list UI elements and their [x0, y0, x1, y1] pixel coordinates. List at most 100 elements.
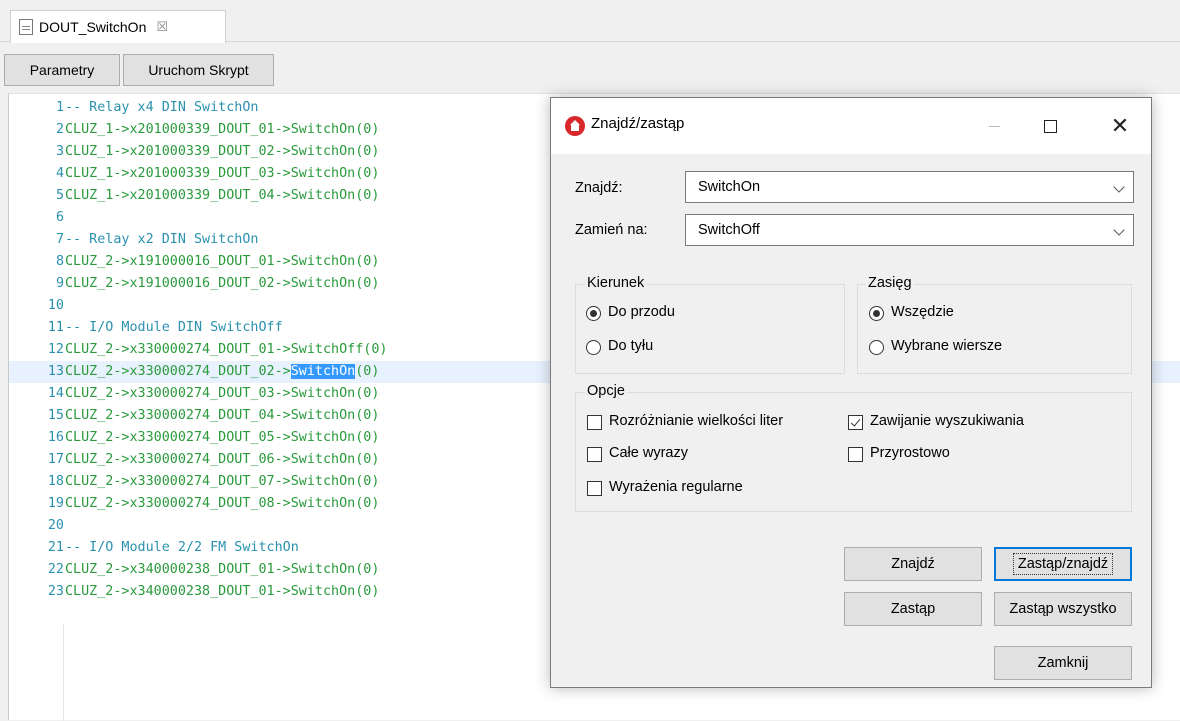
replace-label: Zamień na: — [575, 222, 648, 238]
code-line[interactable]: 14CLUZ_2->x330000274_DOUT_03->SwitchOn(0… — [9, 383, 380, 405]
line-number: 6 — [55, 210, 64, 225]
code-line[interactable]: 5CLUZ_1->x201000339_DOUT_04->SwitchOn(0) — [9, 185, 379, 207]
wrap-search-label[interactable]: Zawijanie wyszukiwania — [870, 413, 1024, 429]
run-script-button[interactable]: Uruchom Skrypt — [123, 54, 274, 86]
line-number: 11 — [47, 320, 64, 335]
code-line[interactable]: 10 — [9, 295, 65, 317]
line-number: 18 — [47, 474, 64, 489]
parameters-button[interactable]: Parametry — [4, 54, 120, 86]
case-sensitive-checkbox[interactable] — [587, 415, 602, 430]
find-label: Znajdź: — [575, 180, 623, 196]
code-line[interactable]: 8CLUZ_2->x191000016_DOUT_01->SwitchOn(0) — [9, 251, 379, 273]
direction-backward-radio[interactable] — [586, 340, 601, 355]
script-toolbar: Parametry Uruchom Skrypt — [4, 54, 274, 86]
line-number: 19 — [47, 496, 64, 511]
code-line[interactable]: 18CLUZ_2->x330000274_DOUT_07->SwitchOn(0… — [9, 471, 380, 493]
options-group-title: Opcje — [585, 383, 627, 399]
code-line[interactable]: 7-- Relay x2 DIN SwitchOn — [9, 229, 259, 251]
line-number: 22 — [47, 562, 64, 577]
line-number: 15 — [47, 408, 64, 423]
code-line[interactable]: 23CLUZ_2->x340000238_DOUT_01->SwitchOn(0… — [9, 581, 380, 603]
line-number: 8 — [55, 254, 64, 269]
replace-value: SwitchOff — [698, 222, 760, 238]
scope-selected-lines-radio[interactable] — [869, 340, 884, 355]
wrap-search-checkbox[interactable] — [848, 415, 863, 430]
code-line[interactable]: 21-- I/O Module 2/2 FM SwitchOn — [9, 537, 299, 559]
regex-checkbox[interactable] — [587, 481, 602, 496]
code-comment: -- I/O Module 2/2 FM SwitchOn — [65, 540, 299, 555]
maximize-icon — [1043, 119, 1057, 133]
incremental-label[interactable]: Przyrostowo — [870, 445, 950, 461]
code-text: CLUZ_2->x330000274_DOUT_04->SwitchOn(0) — [65, 408, 380, 423]
code-line[interactable]: 17CLUZ_2->x330000274_DOUT_06->SwitchOn(0… — [9, 449, 380, 471]
code-text: CLUZ_2->x330000274_DOUT_03->SwitchOn(0) — [65, 386, 380, 401]
minimize-button[interactable] — [971, 98, 1017, 154]
code-line[interactable]: 19CLUZ_2->x330000274_DOUT_08->SwitchOn(0… — [9, 493, 380, 515]
replace-find-button[interactable]: Zastąp/znajdź — [994, 547, 1132, 581]
close-button[interactable]: Zamknij — [994, 646, 1132, 680]
line-number: 13 — [47, 364, 64, 379]
line-number: 10 — [47, 298, 64, 313]
replace-combobox[interactable]: SwitchOff — [685, 214, 1134, 246]
code-text: CLUZ_1->x201000339_DOUT_03->SwitchOn(0) — [65, 166, 380, 181]
regex-label[interactable]: Wyrażenia regularne — [609, 479, 743, 495]
scope-everywhere-radio[interactable] — [869, 306, 884, 321]
minimize-icon — [988, 125, 1000, 127]
tab-title: DOUT_SwitchOn — [39, 19, 147, 35]
replace-button[interactable]: Zastąp — [844, 592, 982, 626]
close-dialog-button[interactable]: ✕ — [1097, 98, 1143, 154]
scope-selected-lines-label[interactable]: Wybrane wiersze — [891, 338, 1002, 354]
whole-words-label[interactable]: Całe wyrazy — [609, 445, 688, 461]
find-value: SwitchOn — [698, 179, 761, 195]
code-line[interactable]: 2CLUZ_1->x201000339_DOUT_01->SwitchOn(0) — [9, 119, 379, 141]
line-number: 21 — [47, 540, 64, 555]
scope-group — [857, 284, 1132, 374]
code-line[interactable]: 3CLUZ_1->x201000339_DOUT_02->SwitchOn(0) — [9, 141, 379, 163]
code-line[interactable]: 16CLUZ_2->x330000274_DOUT_05->SwitchOn(0… — [9, 427, 380, 449]
code-line[interactable]: 1-- Relay x4 DIN SwitchOn — [9, 97, 259, 119]
chevron-down-icon[interactable] — [1113, 224, 1125, 236]
code-text: CLUZ_2->x340000238_DOUT_01->SwitchOn(0) — [65, 562, 380, 577]
direction-backward-label[interactable]: Do tyłu — [608, 338, 653, 354]
code-line[interactable]: 11-- I/O Module DIN SwitchOff — [9, 317, 283, 339]
chevron-down-icon[interactable] — [1113, 181, 1125, 193]
direction-group-title: Kierunek — [585, 275, 647, 291]
code-text: CLUZ_1->x201000339_DOUT_04->SwitchOn(0) — [65, 188, 380, 203]
line-number: 17 — [47, 452, 64, 467]
line-number: 4 — [55, 166, 64, 181]
direction-forward-radio[interactable] — [586, 306, 601, 321]
code-line[interactable]: 4CLUZ_1->x201000339_DOUT_03->SwitchOn(0) — [9, 163, 379, 185]
scope-group-title: Zasięg — [866, 275, 914, 291]
direction-group — [575, 284, 845, 374]
code-line[interactable]: 6 — [9, 207, 65, 229]
code-line[interactable]: 20 — [9, 515, 65, 537]
code-line[interactable]: 12CLUZ_2->x330000274_DOUT_01->SwitchOff(… — [9, 339, 388, 361]
code-line[interactable]: 15CLUZ_2->x330000274_DOUT_04->SwitchOn(0… — [9, 405, 380, 427]
close-tab-icon[interactable]: ☒ — [156, 19, 168, 35]
code-text: (0) — [355, 364, 380, 379]
scope-everywhere-label[interactable]: Wszędzie — [891, 304, 954, 320]
code-line[interactable]: 9CLUZ_2->x191000016_DOUT_02->SwitchOn(0) — [9, 273, 379, 295]
code-text: CLUZ_2->x330000274_DOUT_01->SwitchOff(0) — [65, 342, 388, 357]
find-button[interactable]: Znajdź — [844, 547, 982, 581]
line-number: 23 — [47, 584, 64, 599]
direction-forward-label[interactable]: Do przodu — [608, 304, 675, 320]
tab-dout-switchon[interactable]: DOUT_SwitchOn ☒ — [10, 10, 226, 43]
line-number: 9 — [55, 276, 64, 291]
maximize-button[interactable] — [1027, 98, 1073, 154]
search-match-highlight: SwitchOn — [290, 364, 356, 379]
replace-all-button[interactable]: Zastąp wszystko — [994, 592, 1132, 626]
code-line[interactable]: 22CLUZ_2->x340000238_DOUT_01->SwitchOn(0… — [9, 559, 380, 581]
code-text: CLUZ_2->x330000274_DOUT_07->SwitchOn(0) — [65, 474, 380, 489]
line-number: 20 — [47, 518, 64, 533]
whole-words-checkbox[interactable] — [587, 447, 602, 462]
dialog-titlebar[interactable]: Znajdź/zastąp ✕ — [551, 98, 1151, 154]
incremental-checkbox[interactable] — [848, 447, 863, 462]
gutter-divider — [63, 624, 64, 721]
find-replace-dialog: Znajdź/zastąp ✕ Znajdź: SwitchOn Zamień … — [550, 97, 1152, 688]
code-text: CLUZ_2->x330000274_DOUT_02-> — [65, 364, 291, 379]
find-combobox[interactable]: SwitchOn — [685, 171, 1134, 203]
file-icon — [19, 19, 33, 35]
code-text: CLUZ_2->x330000274_DOUT_08->SwitchOn(0) — [65, 496, 380, 511]
case-sensitive-label[interactable]: Rozróżnianie wielkości liter — [609, 413, 783, 429]
